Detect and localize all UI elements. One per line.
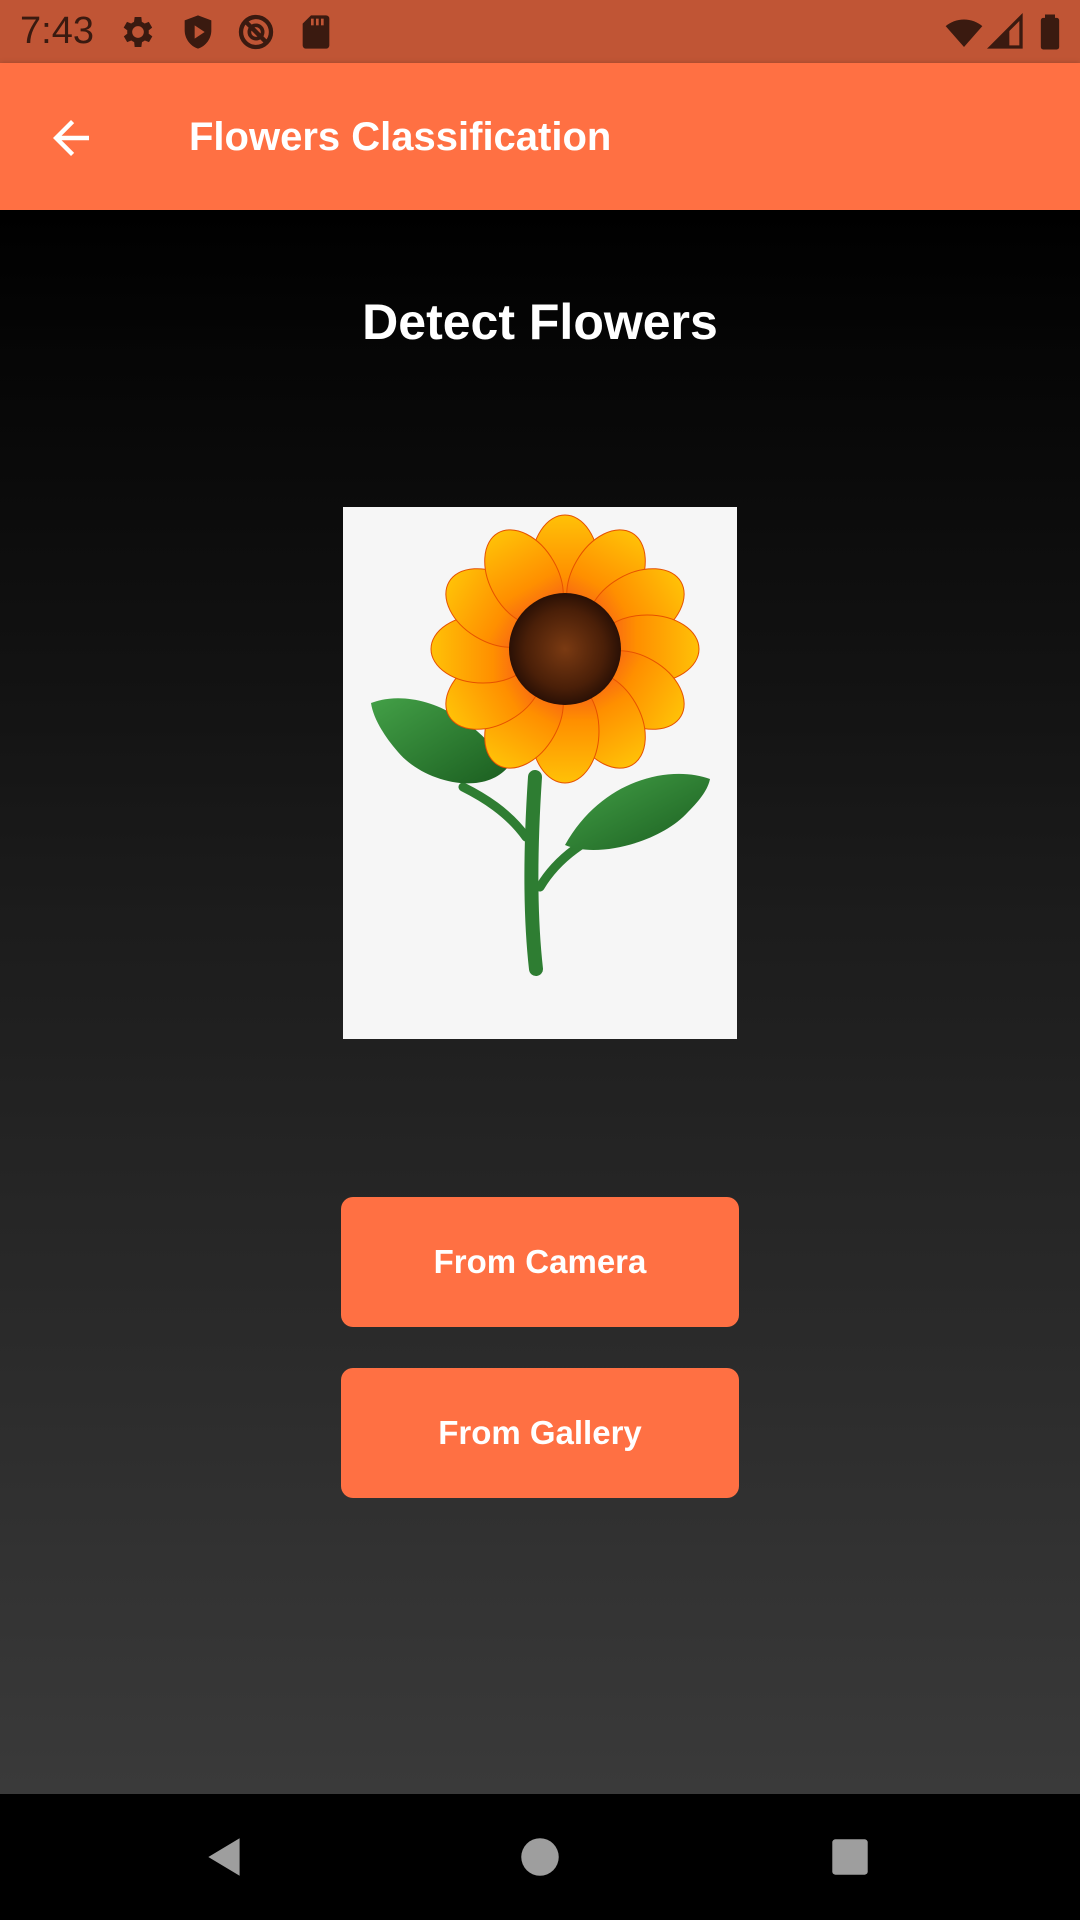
recents-square-icon xyxy=(832,1839,868,1875)
status-bar: 7:43 xyxy=(0,0,1080,63)
nav-back-button[interactable] xyxy=(190,1822,260,1892)
nav-bar xyxy=(0,1794,1080,1920)
shield-icon xyxy=(178,12,218,52)
battery-icon xyxy=(1030,12,1070,52)
home-circle-icon xyxy=(521,1838,559,1876)
wifi-icon xyxy=(944,12,984,52)
app-bar: Flowers Classification xyxy=(0,63,1080,210)
signal-icon xyxy=(986,12,1026,52)
status-time: 7:43 xyxy=(20,10,94,52)
from-camera-button[interactable]: From Camera xyxy=(341,1197,739,1327)
back-button[interactable] xyxy=(36,103,106,173)
sd-card-icon xyxy=(296,12,336,52)
no-sync-icon xyxy=(236,12,276,52)
from-gallery-button[interactable]: From Gallery xyxy=(341,1368,739,1498)
flower-image xyxy=(343,507,737,1039)
back-triangle-icon xyxy=(208,1838,240,1876)
app-title: Flowers Classification xyxy=(189,115,612,159)
arrow-back-icon xyxy=(53,120,89,156)
main-content: Detect Flowers From Camera From Gallery xyxy=(0,210,1080,1794)
screen: 7:43 Flowers Classification Detect Flowe… xyxy=(0,0,1080,1920)
nav-recents-button[interactable] xyxy=(815,1822,885,1892)
page-title: Detect Flowers xyxy=(362,294,718,350)
gear-icon xyxy=(118,12,158,52)
nav-home-button[interactable] xyxy=(505,1822,575,1892)
